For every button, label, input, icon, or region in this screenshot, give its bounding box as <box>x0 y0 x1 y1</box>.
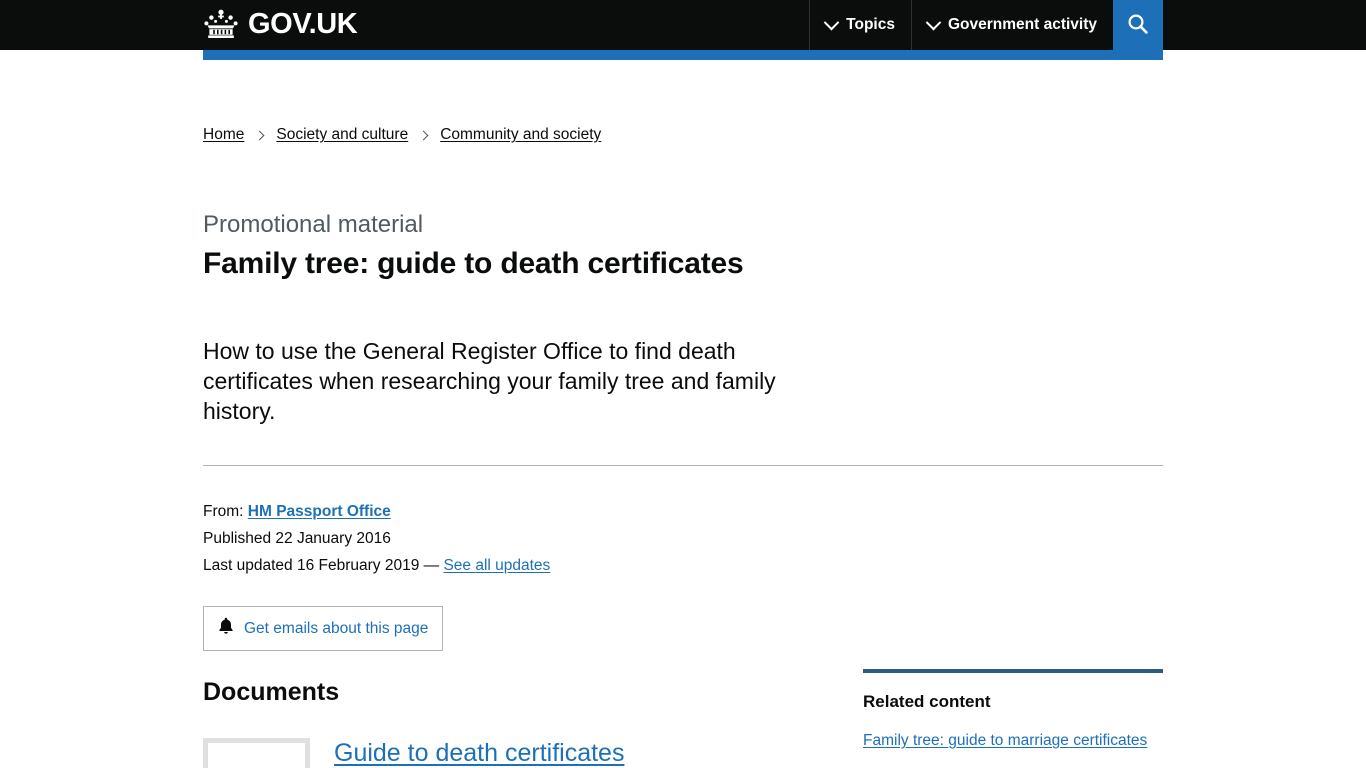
crown-icon <box>203 7 239 44</box>
metadata-divider <box>203 465 1163 466</box>
metadata-updated-row: Last updated 16 February 2019 — See all … <box>203 552 550 579</box>
breadcrumb-item-society-and-culture[interactable]: Society and culture <box>276 125 408 145</box>
metadata-published-row: Published 22 January 2016 <box>203 525 550 552</box>
breadcrumb: Home Society and culture Community and s… <box>203 125 601 145</box>
document-thumbnail <box>203 738 310 768</box>
nav-item-government-activity[interactable]: Government activity <box>910 0 1113 50</box>
breadcrumb-item-home[interactable]: Home <box>203 125 244 145</box>
get-emails-button-label: Get emails about this page <box>244 619 429 637</box>
nav-item-topics[interactable]: Topics <box>809 0 911 50</box>
chevron-down-icon <box>823 14 840 30</box>
header-accent-bar <box>203 50 1163 60</box>
document-item: Guide to death certificates PDF, 460 KB,… <box>203 738 843 768</box>
header-inner: GOV.UK Topics Government activity <box>203 0 1163 50</box>
related-link-marriage-certificates[interactable]: Family tree: guide to marriage certifica… <box>863 731 1163 751</box>
metadata-from-row: From: HM Passport Office <box>203 498 550 525</box>
metadata-block: From: HM Passport Office Published 22 Ja… <box>203 498 550 579</box>
see-all-updates-link[interactable]: See all updates <box>443 557 550 574</box>
page-title: Family tree: guide to death certificates <box>203 247 744 280</box>
chevron-right-icon <box>418 130 429 140</box>
metadata-updated-separator: — <box>423 557 440 574</box>
bell-icon <box>218 617 234 640</box>
metadata-published-date: 22 January 2016 <box>275 530 391 547</box>
nav-item-topics-label: Topics <box>846 16 895 33</box>
document-details: Guide to death certificates PDF, 460 KB,… <box>334 738 854 768</box>
breadcrumb-item-community-and-society[interactable]: Community and society <box>440 125 601 145</box>
govuk-logo-text: GOV.UK <box>248 8 358 40</box>
related-content-panel: Related content Family tree: guide to ma… <box>863 669 1163 768</box>
search-button[interactable] <box>1113 0 1163 50</box>
metadata-from-label: From: <box>203 503 244 520</box>
page-description: How to use the General Register Office t… <box>203 338 776 424</box>
organisation-link[interactable]: HM Passport Office <box>248 503 391 520</box>
nav-item-government-activity-label: Government activity <box>947 16 1097 33</box>
metadata-updated-date: 16 February 2019 <box>296 557 420 574</box>
govuk-logo-link[interactable]: GOV.UK <box>203 7 358 44</box>
related-content-heading: Related content <box>863 692 991 711</box>
search-icon <box>1126 12 1150 39</box>
chevron-right-icon <box>254 130 265 140</box>
global-header: GOV.UK Topics Government activity <box>0 0 1366 60</box>
title-block: Promotional material Family tree: guide … <box>203 210 883 282</box>
get-emails-button[interactable]: Get emails about this page <box>203 606 444 651</box>
documents-heading: Documents <box>203 678 340 706</box>
document-type-label: Promotional material <box>203 211 424 238</box>
document-title-link[interactable]: Guide to death certificates <box>334 738 624 768</box>
metadata-published-label: Published <box>203 530 272 547</box>
header-navigation: Topics Government activity <box>809 0 1163 50</box>
chevron-down-icon <box>925 14 942 30</box>
metadata-updated-label: Last updated <box>203 557 293 574</box>
